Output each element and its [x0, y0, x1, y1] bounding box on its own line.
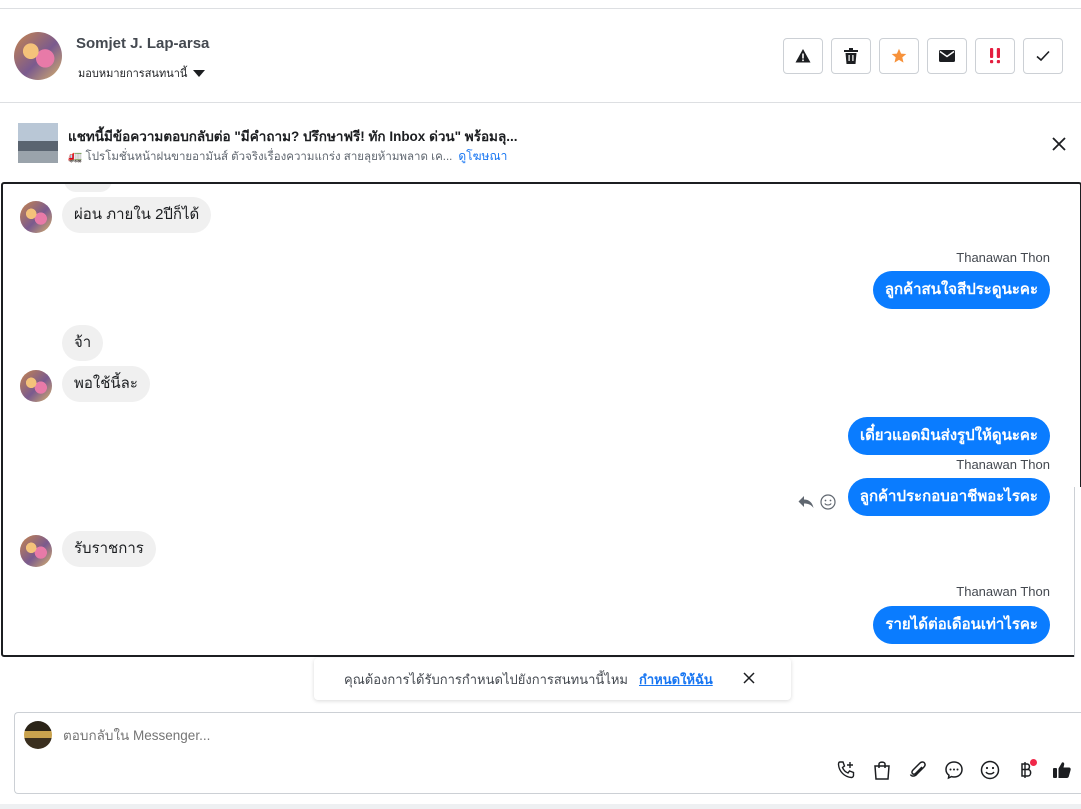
- trash-icon: [844, 48, 858, 64]
- priority-button[interactable]: [975, 38, 1015, 74]
- shopping-bag-icon[interactable]: [871, 759, 893, 781]
- message-sender: Thanawan Thon: [956, 250, 1050, 265]
- emoji-icon[interactable]: [979, 759, 1001, 781]
- message-bubble-outgoing[interactable]: ลูกค้าสนใจสีประดูนะคะ: [872, 271, 1050, 309]
- assign-prompt-text: คุณต้องการได้รับการกำหนดไปยังการสนทนานี้…: [344, 672, 628, 687]
- star-button[interactable]: [879, 38, 919, 74]
- message-thread[interactable]: ผ่อน ภายใน 2ปีก็ได้ Thanawan Thon ลูกค้า…: [1, 182, 1081, 657]
- close-icon[interactable]: [1050, 135, 1068, 153]
- ad-subtitle: 🚛 โปรโมชั่นหน้าฝนขายอามันส์ ตัวจริงเรื่อ…: [68, 150, 453, 163]
- delete-button[interactable]: [831, 38, 871, 74]
- baht-icon[interactable]: [1015, 759, 1037, 781]
- conversation-header: Somjet J. Lap-arsa มอบหมายการสนทนานี้: [0, 9, 1081, 103]
- message-sender: Thanawan Thon: [956, 457, 1050, 472]
- message-bubble-partial: [64, 184, 112, 192]
- side-panel-edge: [1074, 487, 1081, 657]
- ad-subtitle-row: 🚛 โปรโมชั่นหน้าฝนขายอามันส์ ตัวจริงเรื่อ…: [68, 147, 507, 166]
- contact-avatar-small[interactable]: [20, 370, 52, 402]
- message-bubble-outgoing[interactable]: ลูกค้าประกอบอาชีพอะไรคะ: [847, 478, 1050, 516]
- phone-add-icon[interactable]: [835, 759, 857, 781]
- message-hover-actions: [798, 494, 836, 510]
- contact-avatar-small[interactable]: [20, 535, 52, 567]
- chat-bubble-icon[interactable]: [943, 759, 965, 781]
- message-sender: Thanawan Thon: [956, 584, 1050, 599]
- page-avatar: [24, 721, 52, 749]
- contact-avatar[interactable]: [14, 32, 62, 80]
- contact-avatar-small[interactable]: [20, 201, 52, 233]
- ad-thumbnail[interactable]: [18, 123, 58, 163]
- check-icon: [1036, 50, 1050, 62]
- reply-input[interactable]: [63, 728, 663, 743]
- assign-to-me-link[interactable]: กำหนดให้ฉัน: [639, 669, 713, 690]
- reply-composer: [14, 712, 1081, 794]
- notification-dot: [1030, 759, 1037, 766]
- thumbs-up-icon[interactable]: [1051, 759, 1073, 781]
- mark-done-button[interactable]: [1023, 38, 1063, 74]
- contact-name[interactable]: Somjet J. Lap-arsa: [76, 35, 209, 52]
- assign-label: มอบหมายการสนทนานี้: [78, 68, 188, 80]
- message-bubble-incoming[interactable]: ผ่อน ภายใน 2ปีก็ได้: [62, 197, 212, 233]
- caret-down-icon: [193, 69, 206, 77]
- emoji-react-icon[interactable]: [820, 494, 836, 510]
- bottom-divider: [0, 804, 1081, 809]
- warning-icon: [795, 49, 811, 63]
- paperclip-icon[interactable]: [907, 759, 929, 781]
- reply-icon[interactable]: [798, 495, 814, 509]
- spam-button[interactable]: [783, 38, 823, 74]
- ad-title: แชทนี้มีข้อความตอบกลับต่อ "มีคำถาม? ปรึก…: [68, 129, 518, 144]
- ad-context-banner: แชทนี้มีข้อความตอบกลับต่อ "มีคำถาม? ปรึก…: [0, 104, 1081, 182]
- message-bubble-incoming[interactable]: พอใช้นี้ละ: [62, 366, 150, 402]
- envelope-icon: [939, 50, 955, 62]
- assign-prompt-toast: คุณต้องการได้รับการกำหนดไปยังการสนทนานี้…: [314, 658, 791, 700]
- close-icon[interactable]: [742, 671, 756, 685]
- header-actions: [783, 38, 1063, 74]
- composer-toolbar: [835, 759, 1073, 781]
- double-exclamation-icon: [990, 48, 1000, 64]
- message-bubble-incoming[interactable]: รับราชการ: [62, 531, 156, 567]
- assign-dropdown[interactable]: มอบหมายการสนทนานี้: [78, 64, 206, 82]
- mark-unread-button[interactable]: [927, 38, 967, 74]
- star-icon: [891, 48, 907, 63]
- view-ad-link[interactable]: ดูโฆษณา: [458, 147, 507, 166]
- message-bubble-outgoing[interactable]: รายได้ต่อเดือนเท่าไรคะ: [873, 606, 1050, 644]
- message-bubble-outgoing[interactable]: เดี๋ยวแอดมินส่งรูปให้ดูนะคะ: [847, 417, 1050, 455]
- message-bubble-incoming[interactable]: จ้า: [62, 325, 104, 361]
